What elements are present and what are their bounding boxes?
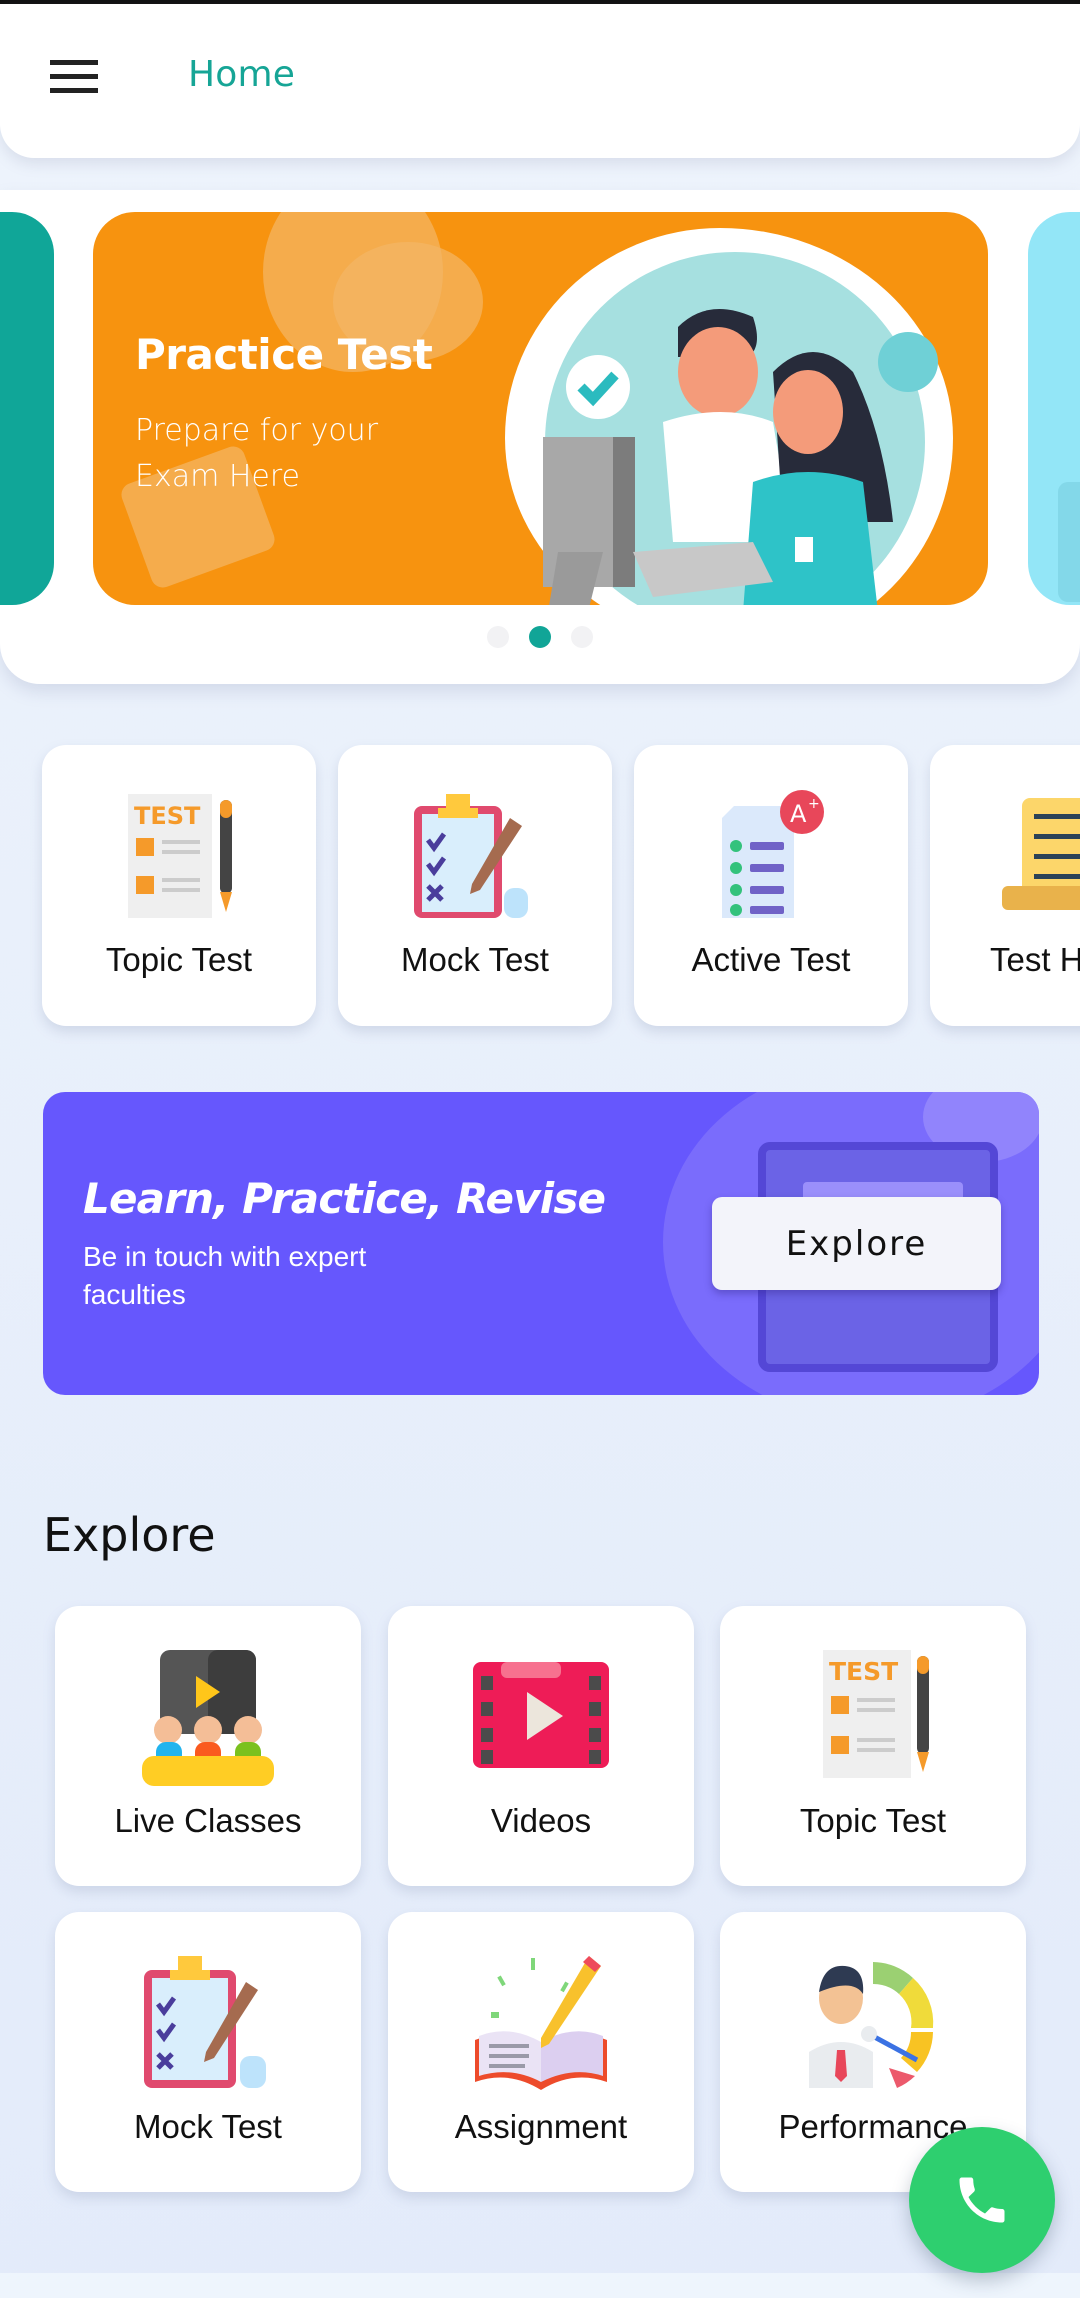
carousel-dot-1[interactable]	[487, 626, 509, 648]
svg-text:A: A	[790, 800, 807, 828]
carousel-dot-3[interactable]	[571, 626, 593, 648]
live-class-icon	[142, 1650, 274, 1786]
video-film-icon	[473, 1662, 609, 1768]
grade-a-plus-icon: A +	[722, 790, 824, 918]
svg-text:+: +	[808, 796, 820, 812]
explore-tile-label: Live Classes	[114, 1802, 302, 1839]
explore-tile-live-classes[interactable]: Live Classes	[55, 1606, 361, 1886]
explore-tile-label: Assignment	[454, 2108, 628, 2145]
hamburger-menu-icon[interactable]	[50, 60, 98, 94]
scroll-history-icon	[1002, 798, 1080, 910]
carousel-pagination	[0, 626, 1080, 648]
explore-tile-topic-test[interactable]: TEST Topic Test	[720, 1606, 1026, 1886]
explore-tile-mock-test[interactable]: Mock Test	[55, 1912, 361, 2192]
slide-title: Practice Test	[135, 330, 433, 379]
promo-subtitle: Be in touch with expert faculties	[83, 1241, 367, 1310]
quick-tile-label: Active Test	[691, 941, 851, 978]
explore-tile-label: Mock Test	[134, 2108, 282, 2145]
carousel-dot-2-active[interactable]	[529, 626, 551, 648]
quick-tile-label: Mock Test	[401, 941, 549, 978]
promo-banner: Learn, Practice, Revise Be in touch with…	[43, 1092, 1039, 1395]
quick-access-row[interactable]: TEST Topic Test Mock Test A + Active Tes…	[0, 745, 1080, 1045]
test-sheet-icon: TEST	[823, 1650, 929, 1778]
call-fab-button[interactable]	[909, 2127, 1055, 2273]
quick-tile-label: Topic Test	[105, 941, 253, 978]
quick-tile-active-test[interactable]: A + Active Test	[634, 745, 908, 1026]
app-header: Home	[0, 4, 1080, 158]
book-pencil-icon	[475, 1956, 607, 2090]
phone-icon	[959, 2177, 1005, 2223]
explore-tile-videos[interactable]: Videos	[388, 1606, 694, 1886]
quick-tile-test-history[interactable]: Test History	[930, 745, 1080, 1026]
explore-tile-assignment[interactable]: Assignment	[388, 1912, 694, 2192]
clipboard-checklist-icon	[414, 794, 528, 918]
svg-text:TEST: TEST	[829, 1657, 898, 1686]
carousel-slide-practice-test[interactable]: Practice Test Prepare for your Exam Here	[93, 212, 988, 605]
people-at-computer-illustration	[543, 309, 938, 605]
page-title: Home	[188, 54, 296, 95]
performance-gauge-icon	[809, 1962, 934, 2088]
carousel-slide-previous[interactable]	[0, 212, 54, 605]
quick-tile-topic-test[interactable]: TEST Topic Test	[42, 745, 316, 1026]
banner-carousel[interactable]: Practice Test Prepare for your Exam Here	[0, 190, 1080, 684]
decor-shape	[1058, 482, 1080, 602]
explore-button[interactable]: Explore	[712, 1197, 1001, 1290]
test-sheet-icon: TEST	[128, 794, 232, 918]
explore-tile-label: Videos	[490, 1802, 592, 1839]
svg-text:TEST: TEST	[134, 802, 201, 830]
quick-tile-mock-test[interactable]: Mock Test	[338, 745, 612, 1026]
bottom-strip	[0, 2273, 1080, 2298]
promo-title: Learn, Practice, Revise	[83, 1174, 606, 1223]
slide-subtitle: Prepare for your Exam Here	[135, 413, 379, 494]
explore-tile-label: Topic Test	[799, 1802, 947, 1839]
carousel-slide-next[interactable]	[1028, 212, 1080, 605]
quick-tile-label: Test History	[990, 941, 1080, 978]
explore-section-title: Explore	[43, 1508, 216, 1562]
clipboard-checklist-icon	[144, 1956, 266, 2088]
